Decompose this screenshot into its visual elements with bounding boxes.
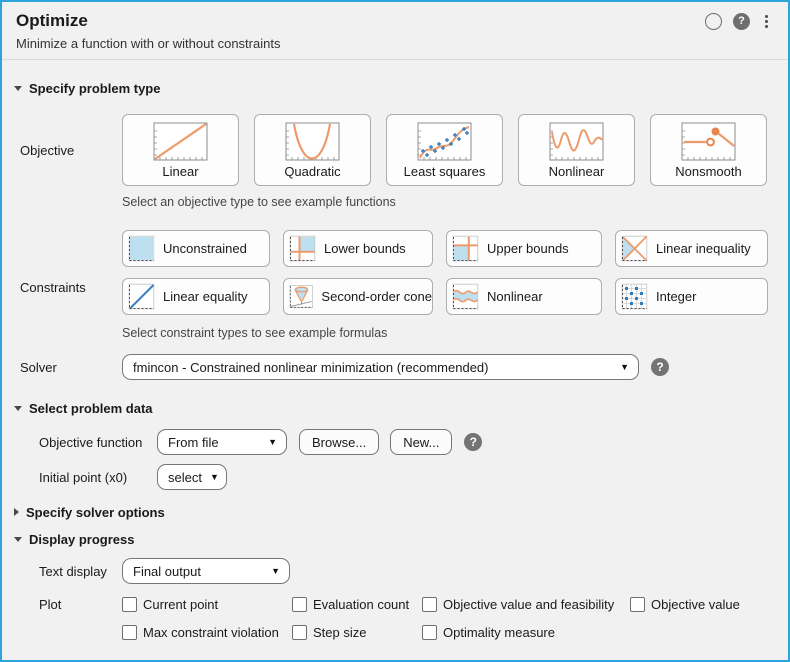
- unconstrained-icon: [128, 235, 155, 262]
- objective-button-label: Quadratic: [284, 163, 341, 179]
- checkbox-label: Max constraint violation: [143, 625, 279, 640]
- initial-point-dropdown-value: select: [168, 469, 202, 485]
- constraint-button-label: Second-order cone: [321, 289, 432, 304]
- solver-label: Solver: [20, 359, 57, 375]
- constraints-label: Constraints: [20, 280, 86, 295]
- constraint-button-label: Lower bounds: [324, 241, 406, 256]
- constraint-button-label: Upper bounds: [487, 241, 569, 256]
- constraint-button-lower-bounds[interactable]: Lower bounds: [283, 230, 433, 267]
- initial-point-dropdown[interactable]: select ▼: [157, 464, 227, 490]
- objective-label: Objective: [20, 142, 75, 158]
- section-select-problem-data[interactable]: Select problem data: [14, 400, 788, 416]
- objective-function-label: Objective function: [39, 434, 143, 450]
- section-display-progress[interactable]: Display progress: [14, 531, 788, 547]
- initial-point-label: Initial point (x0): [39, 469, 128, 485]
- chevron-down-icon: ▼: [209, 472, 219, 482]
- text-display-label: Text display: [39, 563, 107, 579]
- objective-function-dropdown[interactable]: From file ▼: [157, 429, 287, 455]
- nonlinear-plot-icon: [549, 122, 603, 160]
- collapse-arrow-icon: [14, 536, 22, 542]
- nonsmooth-plot-icon: [681, 122, 735, 160]
- checkbox-objective-value[interactable]: [630, 597, 645, 612]
- checkbox-label: Objective value and feasibility: [443, 597, 615, 612]
- constraint-button-integer[interactable]: Integer: [615, 278, 768, 315]
- objective-function-dropdown-value: From file: [168, 434, 219, 450]
- section-heading: Select problem data: [29, 400, 153, 416]
- objective-button-label: Nonlinear: [548, 163, 605, 179]
- section-specify-problem-type[interactable]: Specify problem type: [14, 80, 788, 96]
- objective-function-help-icon[interactable]: ?: [464, 433, 483, 451]
- nonlinear-constraint-icon: [452, 283, 479, 310]
- second-order-cone-icon: [289, 285, 313, 308]
- checkbox-max-constraint-violation[interactable]: [122, 625, 137, 640]
- collapse-arrow-icon: [14, 405, 22, 411]
- constraint-button-linear-equality[interactable]: Linear equality: [122, 278, 270, 315]
- objective-button-label: Linear: [162, 163, 199, 179]
- objective-hint: Select an objective type to see example …: [122, 195, 396, 209]
- objective-button-nonlinear[interactable]: Nonlinear: [518, 114, 635, 186]
- constraint-button-unconstrained[interactable]: Unconstrained: [122, 230, 270, 267]
- solver-help-icon[interactable]: ?: [651, 358, 669, 376]
- constraints-hint: Select constraint types to see example f…: [122, 326, 388, 340]
- autorun-circle-icon[interactable]: [705, 13, 722, 30]
- help-icon[interactable]: ?: [733, 13, 750, 30]
- objective-button-label: Nonsmooth: [675, 163, 742, 179]
- constraint-button-label: Integer: [656, 289, 697, 304]
- linear-plot-icon: [153, 122, 207, 160]
- constraint-button-second-order-cone[interactable]: Second-order cone: [283, 278, 433, 315]
- solver-dropdown-value: fmincon - Constrained nonlinear minimiza…: [133, 359, 489, 375]
- section-heading: Specify solver options: [26, 504, 165, 520]
- objective-button-least-squares[interactable]: Least squares: [386, 114, 503, 186]
- page-subtitle: Minimize a function with or without cons…: [16, 36, 281, 51]
- new-button[interactable]: New...: [390, 429, 453, 455]
- text-display-dropdown[interactable]: Final output ▼: [122, 558, 290, 584]
- checkbox-label: Current point: [143, 597, 219, 612]
- objective-button-linear[interactable]: Linear: [122, 114, 239, 186]
- checkbox-evaluation-count[interactable]: [292, 597, 307, 612]
- solver-dropdown[interactable]: fmincon - Constrained nonlinear minimiza…: [122, 354, 639, 380]
- expand-arrow-icon: [14, 508, 19, 516]
- checkbox-label: Optimality measure: [443, 625, 555, 640]
- objective-button-label: Least squares: [403, 163, 486, 179]
- checkbox-label: Step size: [313, 625, 367, 640]
- constraint-button-nonlinear[interactable]: Nonlinear: [446, 278, 602, 315]
- chevron-down-icon: ▼: [268, 437, 277, 447]
- kebab-menu-icon[interactable]: [761, 14, 772, 29]
- constraint-button-upper-bounds[interactable]: Upper bounds: [446, 230, 602, 267]
- constraint-button-linear-inequality[interactable]: Linear inequality: [615, 230, 768, 267]
- quadratic-plot-icon: [285, 122, 339, 160]
- upper-bounds-icon: [452, 235, 479, 262]
- header: Optimize Minimize a function with or wit…: [2, 2, 788, 60]
- linear-equality-icon: [128, 283, 155, 310]
- page-title: Optimize: [16, 11, 88, 30]
- optimize-task-panel: Optimize Minimize a function with or wit…: [0, 0, 790, 662]
- lower-bounds-icon: [289, 235, 316, 262]
- checkbox-label: Objective value: [651, 597, 740, 612]
- section-heading: Display progress: [29, 531, 135, 547]
- plot-label: Plot: [39, 597, 62, 612]
- checkbox-optimality-measure[interactable]: [422, 625, 437, 640]
- integer-icon: [621, 283, 648, 310]
- constraint-button-label: Nonlinear: [487, 289, 543, 304]
- linear-inequality-icon: [621, 235, 648, 262]
- collapse-arrow-icon: [14, 85, 22, 91]
- constraint-button-label: Unconstrained: [163, 241, 247, 256]
- constraint-button-label: Linear equality: [163, 289, 248, 304]
- section-specify-solver-options[interactable]: Specify solver options: [14, 504, 788, 520]
- section-heading: Specify problem type: [29, 80, 161, 96]
- constraint-button-label: Linear inequality: [656, 241, 751, 256]
- objective-button-nonsmooth[interactable]: Nonsmooth: [650, 114, 767, 186]
- checkbox-objective-value-and-feasibility[interactable]: [422, 597, 437, 612]
- checkbox-label: Evaluation count: [313, 597, 410, 612]
- chevron-down-icon: ▼: [271, 566, 280, 576]
- text-display-dropdown-value: Final output: [133, 563, 201, 579]
- chevron-down-icon: ▼: [620, 362, 629, 372]
- checkbox-step-size[interactable]: [292, 625, 307, 640]
- checkbox-current-point[interactable]: [122, 597, 137, 612]
- least-squares-plot-icon: [417, 122, 471, 160]
- browse-button[interactable]: Browse...: [299, 429, 380, 455]
- objective-button-quadratic[interactable]: Quadratic: [254, 114, 371, 186]
